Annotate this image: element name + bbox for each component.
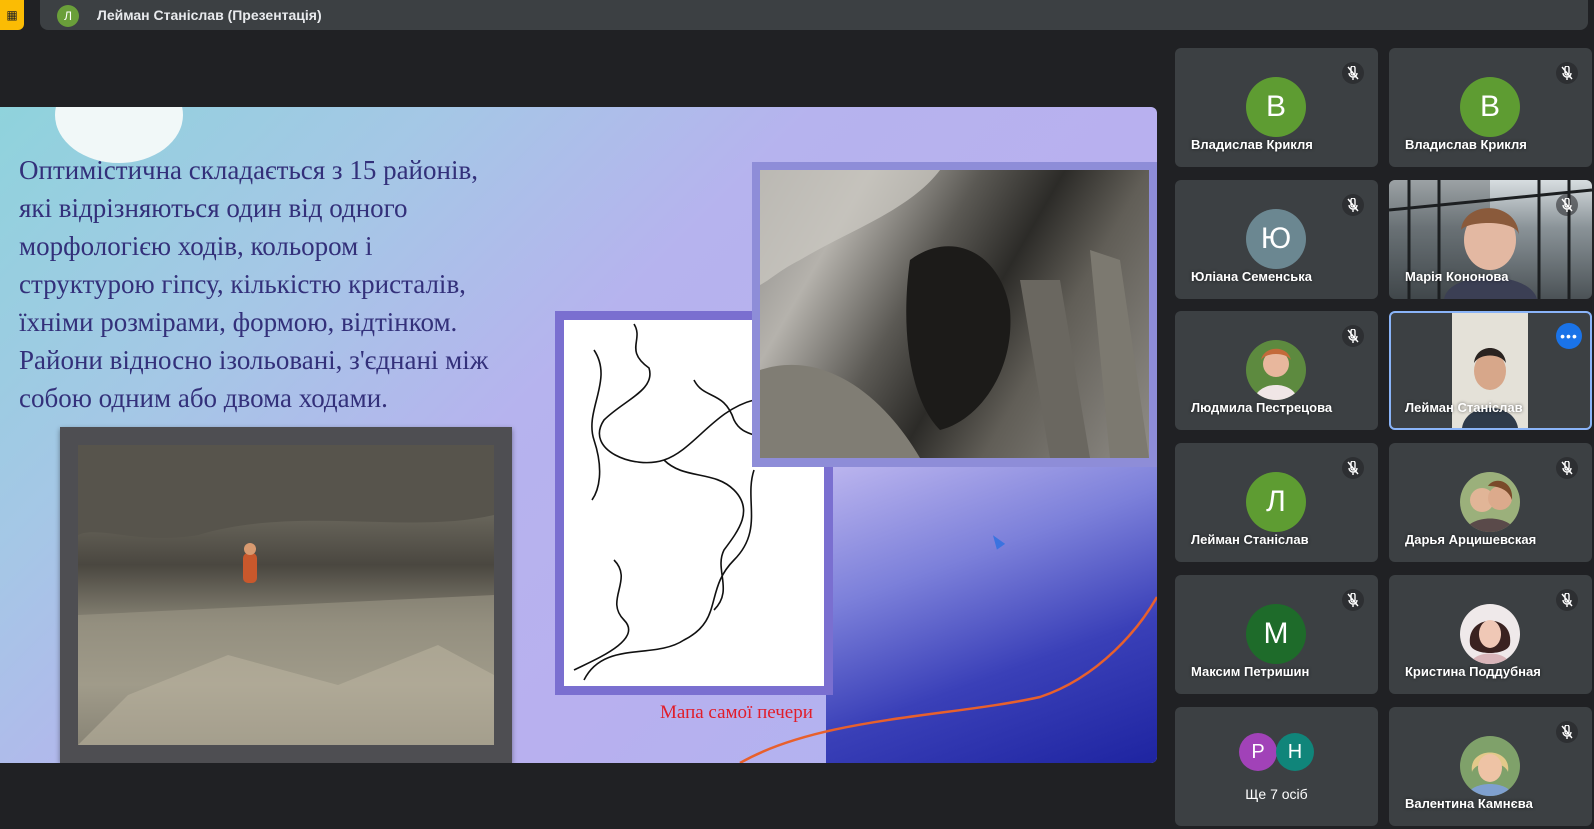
participant-tile-video[interactable]: Марія Кононова (1389, 180, 1592, 299)
presentation-icon[interactable]: ▦ (0, 0, 24, 30)
slide-text-line: які відрізняються один від одного (19, 193, 408, 223)
participant-name: Владислав Крикля (1405, 137, 1527, 152)
mic-off-icon (1342, 589, 1364, 611)
more-options-icon[interactable]: ••• (1556, 323, 1582, 349)
cave-photo-frame (60, 427, 512, 763)
mic-off-icon (1342, 457, 1364, 479)
more-participants-label: Ще 7 осіб (1245, 786, 1308, 802)
slide-text-line: собою одним або двома ходами. (19, 383, 388, 413)
participant-tile[interactable]: М Максим Петришин (1175, 575, 1378, 694)
participant-avatar: М (1246, 604, 1306, 664)
mic-off-icon (1556, 62, 1578, 84)
participant-name: Кристина Поддубная (1405, 664, 1541, 679)
slide-text-line: структурою гіпсу, кількістю кристалів, (19, 269, 466, 299)
participant-avatar: Л (1246, 472, 1306, 532)
participant-name: Людмила Пестрецова (1191, 400, 1333, 415)
mic-off-icon (1556, 721, 1578, 743)
mic-off-icon (1556, 589, 1578, 611)
participant-name: Дарья Арцишевская (1405, 532, 1537, 547)
mic-off-icon (1342, 194, 1364, 216)
participant-mini-avatar: Н (1276, 733, 1314, 771)
cave-photo-2 (760, 170, 1149, 458)
participant-name: Марія Кононова (1405, 269, 1509, 284)
participant-tile[interactable]: Ю Юліана Семенська (1175, 180, 1378, 299)
presenter-title: Лейман Станіслав (Презентація) (97, 7, 322, 23)
participant-name: Лейман Станіслав (1191, 532, 1309, 547)
slide-text-line: морфологією ходів, кольором і (19, 231, 373, 261)
participant-tile[interactable]: Людмила Пестрецова (1175, 311, 1378, 430)
slide-text-line: Оптимістична складається з 15 районів, (19, 155, 478, 185)
participant-name: Валентина Камнєва (1405, 796, 1533, 811)
participant-avatar: Ю (1246, 209, 1306, 269)
mic-off-icon (1342, 325, 1364, 347)
participant-avatar: В (1460, 77, 1520, 137)
participant-name: Лейман Станіслав (1405, 400, 1523, 415)
cave-photo-frame-2 (752, 162, 1157, 467)
participant-tile-video-selected[interactable]: ••• Лейман Станіслав (1389, 311, 1592, 430)
participant-tile[interactable]: Кристина Поддубная (1389, 575, 1592, 694)
participant-name: Максим Петришин (1191, 664, 1310, 679)
cave-photo (78, 445, 494, 745)
participant-tile[interactable]: Валентина Камнєва (1389, 707, 1592, 826)
participant-photo (1460, 736, 1520, 796)
participant-tile[interactable]: Л Лейман Станіслав (1175, 443, 1378, 562)
participant-tile[interactable]: Дарья Арцишевская (1389, 443, 1592, 562)
participant-name: Владислав Крикля (1191, 137, 1313, 152)
participant-avatar: В (1246, 77, 1306, 137)
presenter-bar: Л Лейман Станіслав (Презентація) (40, 0, 1588, 30)
participant-tile[interactable]: В Владислав Крикля (1175, 48, 1378, 167)
mic-off-icon (1556, 457, 1578, 479)
participant-tile[interactable]: В Владислав Крикля (1389, 48, 1592, 167)
slide-text-line: Райони відносно ізольовані, з'єднані між (19, 345, 489, 375)
presentation-slide: Оптимістична складається з 15 районів, я… (0, 107, 1157, 763)
mic-off-icon (1342, 62, 1364, 84)
participant-photo (1460, 472, 1520, 532)
presenter-avatar: Л (57, 5, 79, 27)
slide-text: Оптимістична складається з 15 районів, я… (19, 151, 539, 417)
participant-photo (1246, 340, 1306, 400)
slide-text-line: їхніми розмірами, формою, відтінком. (19, 307, 458, 337)
participant-mini-avatar: Р (1239, 733, 1277, 771)
map-caption: Мапа самої печери (660, 702, 813, 723)
mic-off-icon (1556, 194, 1578, 216)
participant-photo (1460, 604, 1520, 664)
participant-name: Юліана Семенська (1191, 269, 1312, 284)
more-participants-tile[interactable]: Р Н Ще 7 осіб (1175, 707, 1378, 826)
